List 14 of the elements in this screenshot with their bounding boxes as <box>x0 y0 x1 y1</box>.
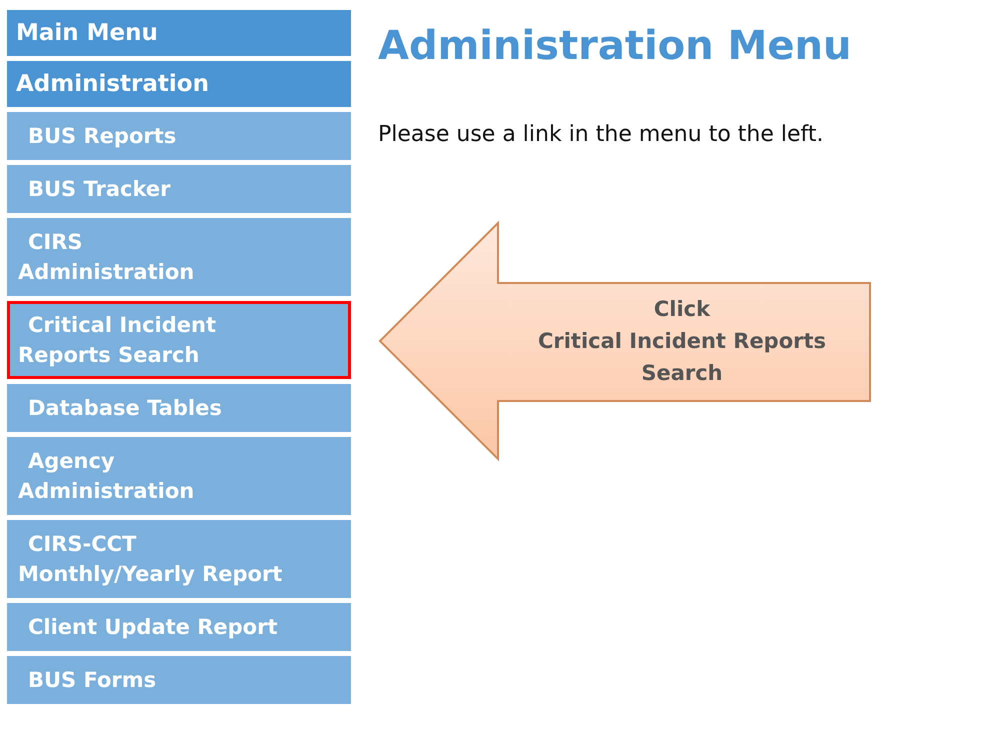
callout-text: Click Critical Incident Reports Search <box>536 296 828 387</box>
menu-link[interactable]: Critical Incident Reports Search <box>7 301 351 379</box>
page-title: Administration Menu <box>378 22 852 70</box>
menu-link[interactable]: BUS Forms <box>7 656 351 704</box>
menu-link[interactable]: Agency Administration <box>7 437 351 515</box>
menu-link[interactable]: BUS Tracker <box>7 165 351 213</box>
menu-link[interactable]: CIRS Administration <box>7 218 351 296</box>
menu-header[interactable]: Administration <box>7 61 351 107</box>
menu-link[interactable]: CIRS-CCT Monthly/Yearly Report <box>7 520 351 598</box>
menu-header[interactable]: Main Menu <box>7 10 351 56</box>
menu-link[interactable]: Database Tables <box>7 384 351 432</box>
menu-link[interactable]: BUS Reports <box>7 112 351 160</box>
instruction-text: Please use a link in the menu to the left. <box>378 121 824 149</box>
menu-link[interactable]: Client Update Report <box>7 603 351 651</box>
